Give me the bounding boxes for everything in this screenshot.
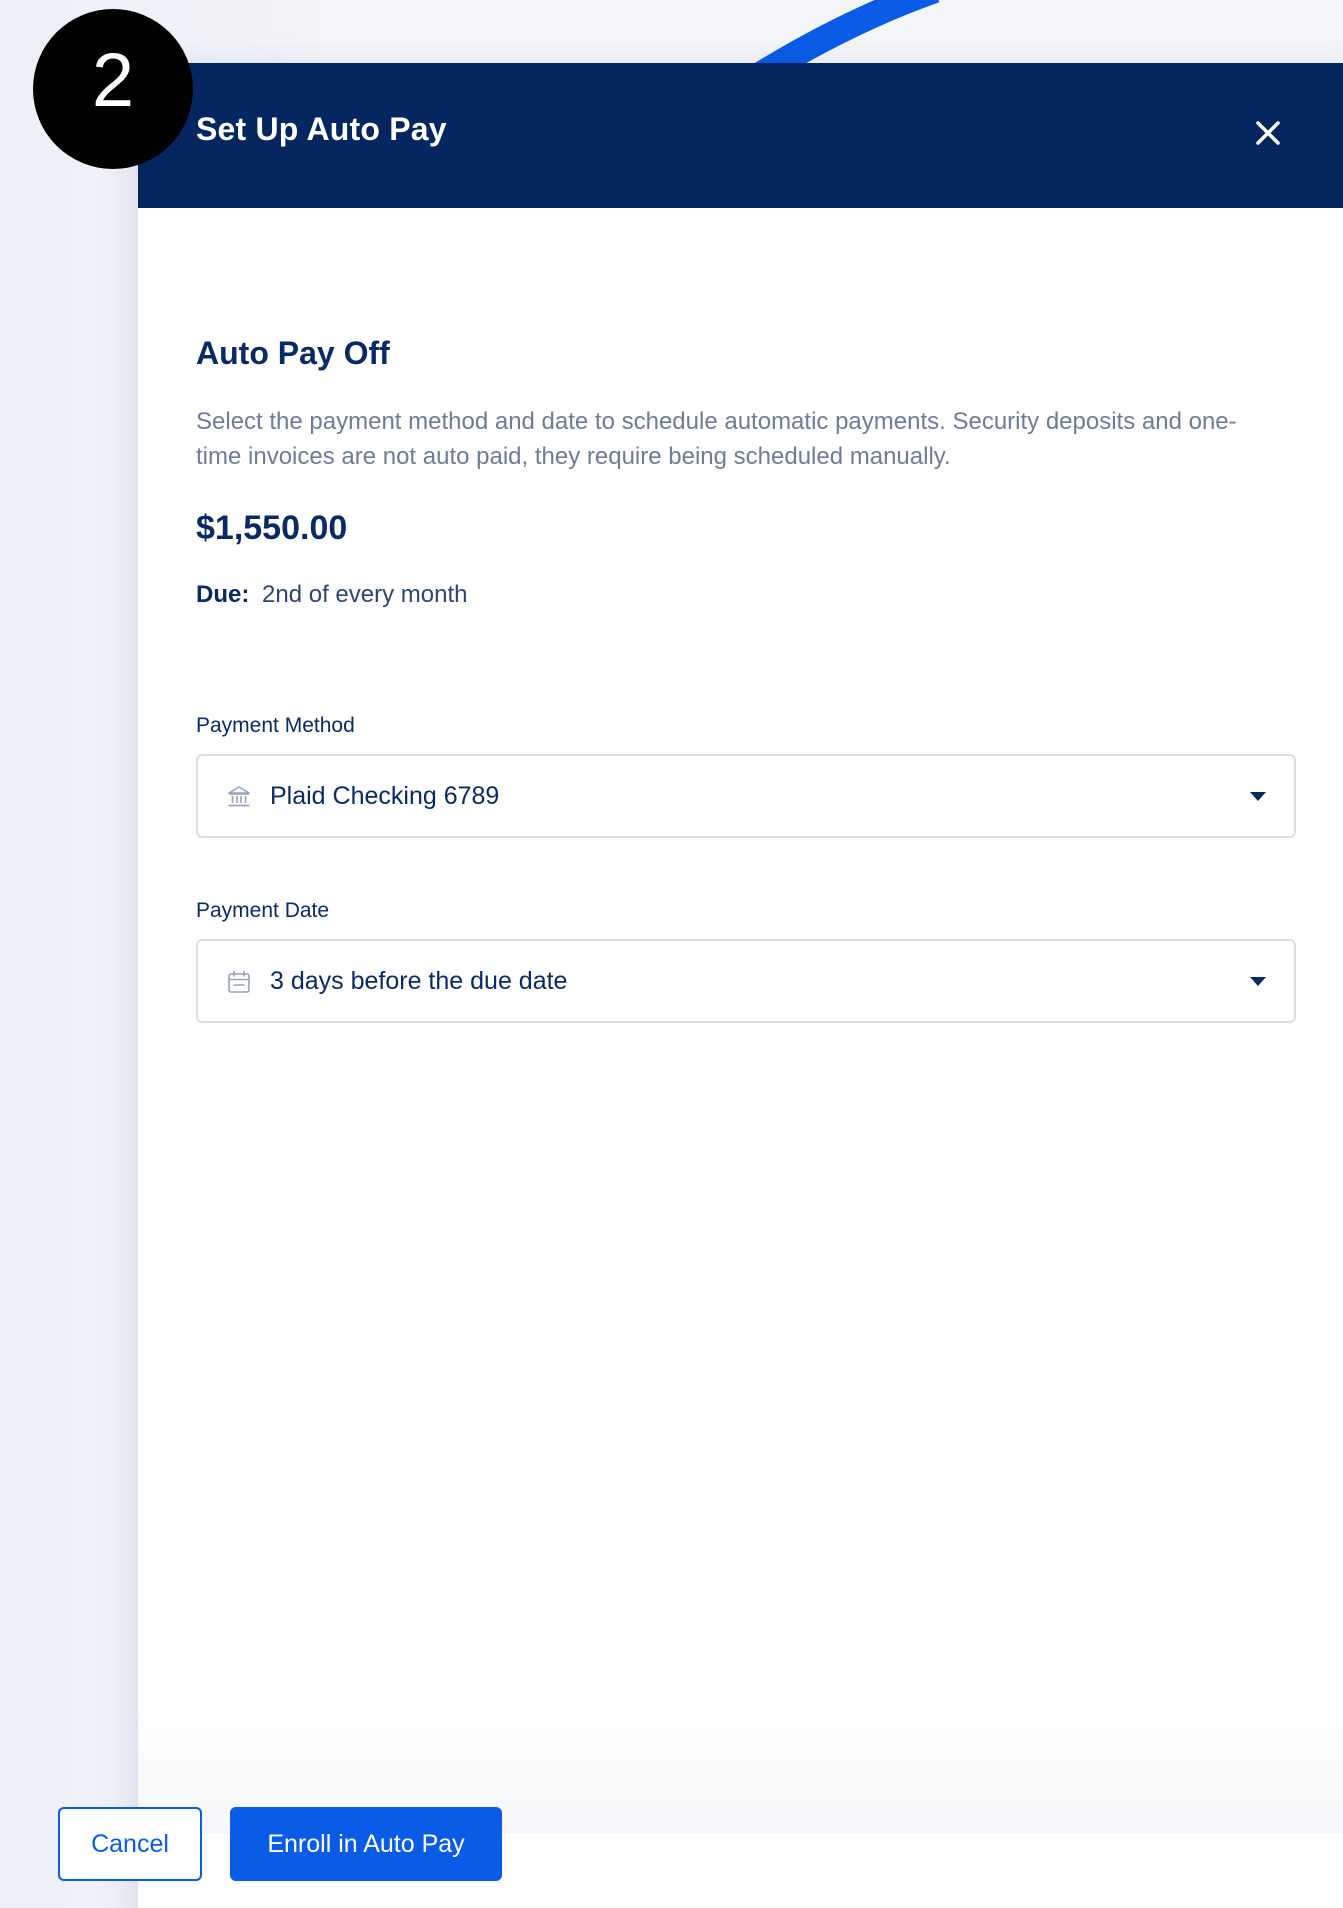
payment-date-label: Payment Date (196, 899, 330, 922)
calendar-icon (228, 970, 250, 993)
due-label: Due: (196, 581, 250, 608)
payment-method-value: Plaid Checking 6789 (270, 782, 500, 810)
chevron-down-icon (1250, 792, 1266, 801)
step-number-badge: 2 (33, 9, 193, 169)
auto-pay-status-heading: Auto Pay Off (196, 335, 390, 371)
modal-title: Set Up Auto Pay (196, 111, 447, 147)
enroll-auto-pay-button[interactable]: Enroll in Auto Pay (230, 1807, 502, 1881)
payment-date-value: 3 days before the due date (270, 967, 568, 995)
payment-method-label: Payment Method (196, 714, 355, 737)
due-value: 2nd of every month (262, 581, 468, 608)
chevron-down-icon (1250, 977, 1266, 986)
modal-header: Set Up Auto Pay (138, 63, 1343, 208)
close-icon[interactable] (1248, 113, 1288, 153)
payment-method-select[interactable]: Plaid Checking 6789 (196, 754, 1296, 838)
auto-pay-modal: Set Up Auto Pay Auto Pay Off Select the … (138, 63, 1343, 1908)
cancel-button[interactable]: Cancel (58, 1807, 202, 1881)
due-date-line: Due: 2nd of every month (196, 581, 467, 609)
payment-date-select[interactable]: 3 days before the due date (196, 939, 1296, 1023)
payment-amount: $1,550.00 (196, 509, 348, 547)
auto-pay-description: Select the payment method and date to sc… (196, 408, 1237, 470)
bank-icon (228, 786, 250, 807)
